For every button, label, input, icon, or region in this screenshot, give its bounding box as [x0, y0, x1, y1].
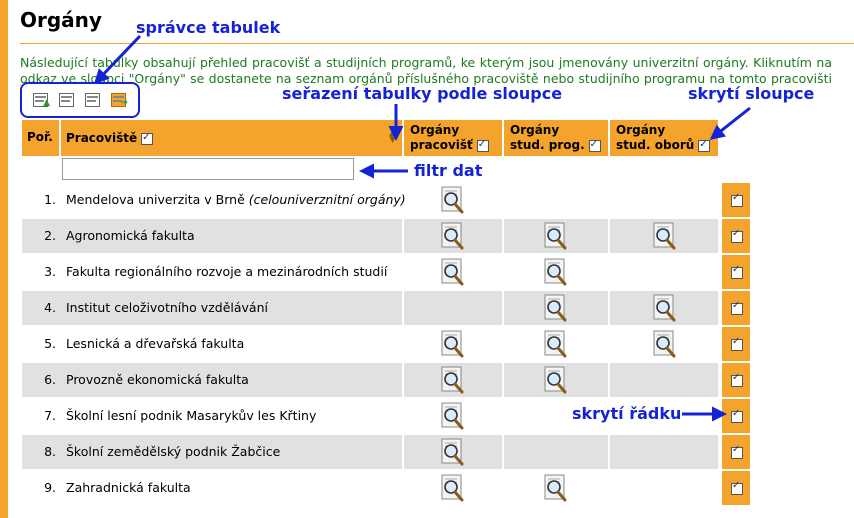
title-divider: [20, 43, 854, 44]
hide-column-checkbox[interactable]: [698, 137, 711, 152]
magnifier-icon[interactable]: [543, 258, 569, 286]
magnifier-icon[interactable]: [543, 222, 569, 250]
annotation-sort: seřazení tabulky podle sloupce: [282, 84, 563, 103]
magnifier-icon[interactable]: [543, 294, 569, 322]
hide-row-checkbox[interactable]: [731, 192, 743, 207]
magnifier-icon[interactable]: [440, 258, 466, 286]
hide-column-checkbox[interactable]: [476, 137, 489, 152]
magnifier-icon[interactable]: [440, 186, 466, 214]
row-number: 1.: [44, 192, 56, 207]
row-number: 9.: [44, 480, 56, 495]
magnifier-icon[interactable]: [440, 474, 466, 502]
hide-row-checkbox[interactable]: [731, 300, 743, 315]
row-bg: [504, 435, 608, 469]
row-number: 4.: [44, 300, 56, 315]
row-workplace-name: Institut celoživotního vzdělávání: [66, 300, 268, 315]
left-accent-bar: [0, 0, 8, 518]
row-workplace-name: Mendelova univerzita v Brně (celouniverz…: [66, 192, 406, 207]
row-note: (celouniverznitní orgány): [248, 192, 406, 207]
table-manager-icon-3[interactable]: [85, 93, 100, 107]
sort-arrows-icon[interactable]: ▲ ▼: [389, 129, 396, 145]
table-manager-icon-2[interactable]: [59, 93, 74, 107]
magnifier-icon[interactable]: [652, 330, 678, 358]
header-workplace[interactable]: Pracoviště ▲▼: [61, 120, 402, 156]
hide-row-checkbox[interactable]: [731, 408, 743, 423]
header-org-field[interactable]: Orgány stud. oborů: [610, 120, 718, 156]
row-workplace-name: Školní lesní podnik Masarykův les Křtiny: [66, 408, 317, 423]
magnifier-icon[interactable]: [543, 366, 569, 394]
row-workplace-name: Lesnická a dřevařská fakulta: [66, 336, 245, 351]
magnifier-icon[interactable]: [440, 438, 466, 466]
annotation-table-manager: správce tabulek: [136, 18, 281, 37]
hide-row-checkbox[interactable]: [731, 228, 743, 243]
annotation-filter: filtr dat: [414, 161, 483, 180]
hide-column-checkbox[interactable]: [141, 130, 154, 145]
hide-row-checkbox[interactable]: [731, 372, 743, 387]
magnifier-icon[interactable]: [440, 330, 466, 358]
magnifier-icon[interactable]: [543, 474, 569, 502]
page-title: Orgány: [20, 8, 102, 32]
hide-column-checkbox[interactable]: [588, 137, 601, 152]
hide-row-checkbox[interactable]: [731, 444, 743, 459]
header-org-workplace[interactable]: Orgány pracovišť: [404, 120, 502, 156]
magnifier-icon[interactable]: [652, 294, 678, 322]
row-number: 2.: [44, 228, 56, 243]
annotation-hide-column: skrytí sloupce: [688, 84, 815, 103]
row-number: 8.: [44, 444, 56, 459]
row-workplace-name: Školní zemědělský podnik Žabčice: [66, 444, 281, 459]
row-bg: [404, 291, 502, 325]
hide-row-checkbox[interactable]: [731, 480, 743, 495]
annotation-hide-row: skrytí řádku: [572, 404, 682, 423]
row-number: 7.: [44, 408, 56, 423]
row-number: 3.: [44, 264, 56, 279]
filter-input[interactable]: [62, 158, 354, 180]
row-workplace-name: Zahradnická fakulta: [66, 480, 191, 495]
magnifier-icon[interactable]: [652, 222, 678, 250]
table-manager-toolbar: ▲ ➜: [20, 82, 140, 118]
header-num[interactable]: Poř.: [22, 120, 59, 156]
row-workplace-name: Agronomická fakulta: [66, 228, 195, 243]
row-bg: [610, 363, 718, 397]
magnifier-icon[interactable]: [440, 366, 466, 394]
row-workplace-name: Provozně ekonomická fakulta: [66, 372, 249, 387]
row-bg: [610, 435, 718, 469]
hide-row-checkbox[interactable]: [731, 336, 743, 351]
magnifier-icon[interactable]: [440, 402, 466, 430]
row-workplace-name: Fakulta regionálního rozvoje a mezinárod…: [66, 264, 388, 279]
hide-row-checkbox[interactable]: [731, 264, 743, 279]
row-number: 6.: [44, 372, 56, 387]
export-icon[interactable]: ➜: [111, 93, 128, 108]
magnifier-icon[interactable]: [440, 222, 466, 250]
row-number: 5.: [44, 336, 56, 351]
table-manager-icon-1[interactable]: ▲: [33, 93, 50, 108]
magnifier-icon[interactable]: [543, 330, 569, 358]
header-org-prog[interactable]: Orgány stud. prog.: [504, 120, 608, 156]
